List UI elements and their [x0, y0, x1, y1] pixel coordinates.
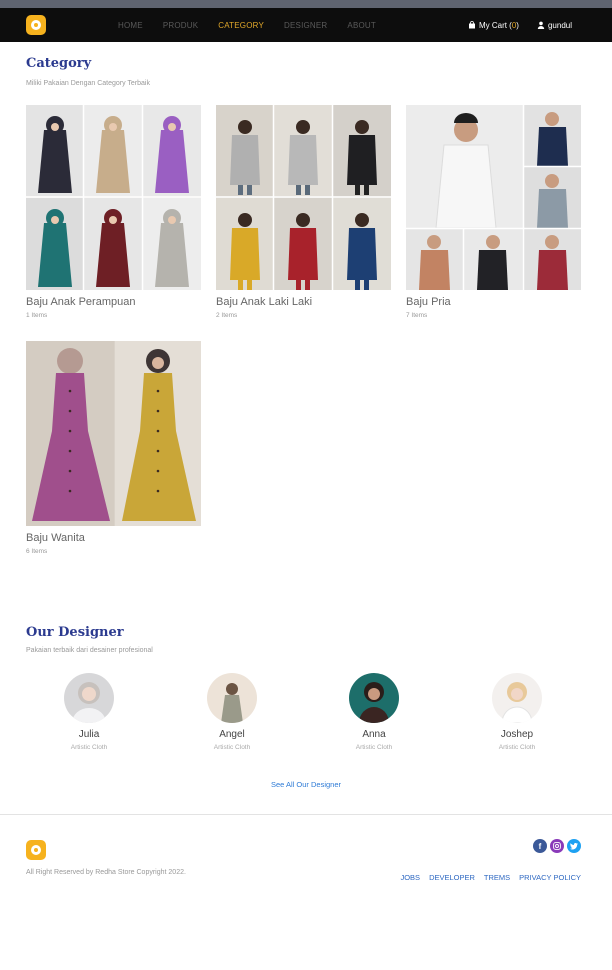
- designer-card[interactable]: Anna Artistic Cloth: [314, 673, 434, 751]
- designer-avatar[interactable]: [492, 673, 542, 723]
- designer-title: Our Designer: [26, 625, 124, 640]
- instagram-icon[interactable]: [550, 839, 564, 853]
- category-count: 6 Items: [26, 548, 48, 555]
- designer-subtitle: Pakaian terbaik dari desainer profesiona…: [26, 647, 153, 654]
- user-menu[interactable]: gundul: [537, 21, 572, 30]
- category-subtitle: Miliki Pakaian Dengan Category Terbaik: [26, 80, 150, 87]
- footer-link-privacy[interactable]: PRIVACY POLICY: [519, 873, 581, 882]
- footer-link-developer[interactable]: DEVELOPER: [429, 873, 475, 882]
- category-card[interactable]: Baju Anak Laki Laki 2 Items: [216, 105, 391, 319]
- category-card[interactable]: Baju Wanita 6 Items: [26, 341, 201, 555]
- category-count: 2 Items: [216, 312, 238, 319]
- designer-avatar[interactable]: [207, 673, 257, 723]
- designer-card[interactable]: Angel Artistic Cloth: [172, 673, 292, 751]
- footer-links: JOBS DEVELOPER TREMS PRIVACY POLICY: [391, 873, 581, 882]
- category-name[interactable]: Baju Anak Perampuan: [26, 296, 201, 308]
- user-name: gundul: [547, 20, 572, 30]
- shopping-bag-icon: [468, 21, 475, 29]
- nav-about[interactable]: ABOUT: [347, 21, 376, 30]
- designer-avatar[interactable]: [64, 673, 114, 723]
- main-nav: HOME PRODUK CATEGORY DESIGNER ABOUT: [118, 8, 396, 42]
- category-title: Category: [26, 56, 92, 71]
- footer-link-terms[interactable]: TREMS: [484, 873, 510, 882]
- category-name[interactable]: Baju Pria: [406, 296, 581, 308]
- designer-role: Artistic Cloth: [70, 744, 108, 751]
- category-name[interactable]: Baju Anak Laki Laki: [216, 296, 391, 308]
- nav-actions: My Cart (0) gundul: [468, 8, 572, 42]
- designer-card[interactable]: Julia Artistic Cloth: [29, 673, 149, 751]
- store-logo-icon[interactable]: [26, 15, 46, 35]
- nav-home[interactable]: HOME: [118, 21, 143, 30]
- category-card[interactable]: Baju Pria 7 Items: [406, 105, 581, 319]
- browser-top-strip: [0, 0, 612, 8]
- see-all-designers-link[interactable]: See All Our Designer: [0, 780, 612, 789]
- category-image[interactable]: [216, 105, 391, 290]
- designer-role: Artistic Cloth: [498, 744, 536, 751]
- copyright-text: All Right Reserved by Redha Store Copyri…: [26, 869, 186, 876]
- category-image[interactable]: [406, 105, 581, 290]
- nav-category[interactable]: CATEGORY: [218, 21, 264, 30]
- cart-label: My Cart (: [478, 20, 512, 30]
- cart-link[interactable]: My Cart (0): [468, 21, 519, 30]
- category-count: 1 Items: [26, 312, 48, 319]
- category-card[interactable]: Baju Anak Perampuan 1 Items: [26, 105, 201, 319]
- category-name[interactable]: Baju Wanita: [26, 532, 201, 544]
- designer-avatar[interactable]: [349, 673, 399, 723]
- designer-role: Artistic Cloth: [213, 744, 251, 751]
- nav-produk[interactable]: PRODUK: [163, 21, 198, 30]
- category-image[interactable]: [26, 341, 201, 526]
- social-links: f: [530, 839, 581, 853]
- facebook-icon[interactable]: f: [533, 839, 547, 853]
- designer-card[interactable]: Joshep Artistic Cloth: [457, 673, 577, 751]
- user-icon: [537, 21, 545, 29]
- designer-name[interactable]: Julia: [29, 729, 149, 740]
- category-count: 7 Items: [406, 312, 428, 319]
- footer-link-jobs[interactable]: JOBS: [400, 873, 420, 882]
- navbar: HOME PRODUK CATEGORY DESIGNER ABOUT My C…: [0, 8, 612, 42]
- category-image[interactable]: [26, 105, 201, 290]
- footer-divider: [0, 814, 612, 815]
- designer-name[interactable]: Joshep: [457, 729, 577, 740]
- footer-logo-icon[interactable]: [26, 840, 46, 860]
- nav-designer[interactable]: DESIGNER: [284, 21, 327, 30]
- twitter-icon[interactable]: [567, 839, 581, 853]
- designer-name[interactable]: Anna: [314, 729, 434, 740]
- designer-name[interactable]: Angel: [172, 729, 292, 740]
- designer-role: Artistic Cloth: [355, 744, 393, 751]
- cart-label-close: ): [516, 20, 519, 30]
